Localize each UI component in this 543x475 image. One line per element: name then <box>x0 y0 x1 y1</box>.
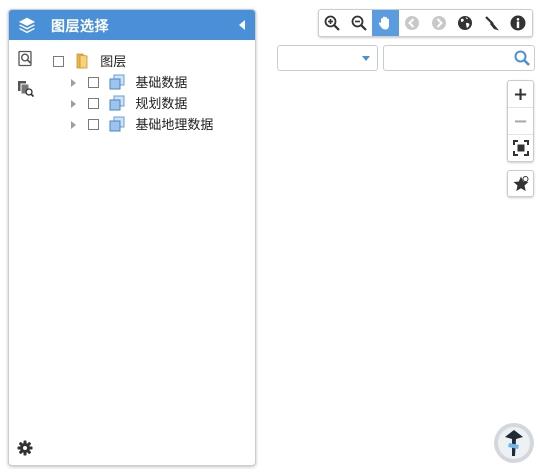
tree-item: 基础数据 <box>53 73 247 94</box>
gear-icon[interactable] <box>17 440 33 456</box>
clear-tool[interactable] <box>479 10 506 36</box>
layer-tree: 图层 基础数据 规划数据 基础地理数据 <box>53 52 247 136</box>
search-type-dropdown[interactable] <box>277 45 378 71</box>
collapse-left-icon[interactable] <box>239 20 245 30</box>
layer-checkbox[interactable] <box>88 97 100 109</box>
info-icon <box>510 15 526 31</box>
tree-root-row: 图层 <box>53 52 247 73</box>
layer-group-icon <box>109 95 125 111</box>
pan-tool[interactable] <box>372 10 399 36</box>
zoom-in-icon <box>324 15 341 31</box>
search-input[interactable] <box>384 46 508 70</box>
search-box <box>383 45 535 71</box>
panel-title: 图层选择 <box>51 19 109 35</box>
layer-checkbox[interactable] <box>88 76 100 88</box>
full-extent[interactable] <box>452 10 479 36</box>
root-checkbox[interactable] <box>53 55 64 67</box>
tree-root-label: 图层 <box>100 55 127 70</box>
layer-group-icon <box>109 116 125 132</box>
bookmark-button[interactable] <box>507 170 534 197</box>
chevron-down-icon <box>362 56 370 61</box>
expand-arrow-icon[interactable] <box>71 78 76 87</box>
broom-icon <box>485 16 499 31</box>
tree-item: 规划数据 <box>53 94 247 115</box>
previous-extent[interactable] <box>399 10 426 36</box>
back-icon <box>405 16 420 30</box>
layer-checkbox[interactable] <box>88 118 100 130</box>
tree-item-label[interactable]: 基础地理数据 <box>135 118 213 133</box>
zoom-control: + − <box>507 80 534 162</box>
fit-extent-icon <box>512 140 529 156</box>
layer-panel: 图层选择 图层 基础数据 规划数据 基础地理数据 <box>8 9 256 466</box>
tree-item: 基础地理数据 <box>53 115 247 136</box>
layer-query-icon[interactable] <box>17 80 35 98</box>
layer-group-icon <box>109 74 125 90</box>
layers-icon <box>18 17 36 34</box>
zoom-out-tool[interactable] <box>346 10 373 36</box>
layer-search-icon[interactable] <box>17 50 35 68</box>
expand-arrow-icon[interactable] <box>71 120 76 129</box>
hand-icon <box>379 16 390 30</box>
zoom-out-icon <box>351 15 367 31</box>
next-extent[interactable] <box>425 10 452 36</box>
zoom-in-tool[interactable] <box>319 10 346 36</box>
app-logo <box>494 423 534 463</box>
fit-extent-button[interactable] <box>508 135 533 161</box>
search-icon[interactable] <box>513 49 531 67</box>
map-toolbar <box>318 9 533 37</box>
zoom-out-button[interactable]: − <box>508 108 533 135</box>
panel-header: 图层选择 <box>9 10 255 40</box>
identify-tool[interactable] <box>505 10 532 36</box>
expand-arrow-icon[interactable] <box>71 99 76 108</box>
zoom-in-button[interactable]: + <box>508 81 533 108</box>
folder-icon <box>76 53 88 69</box>
tree-item-label[interactable]: 规划数据 <box>135 97 187 112</box>
forward-icon <box>431 16 446 30</box>
globe-icon <box>458 16 473 30</box>
side-tools <box>17 50 39 110</box>
tree-item-label[interactable]: 基础数据 <box>135 76 187 91</box>
star-bookmark-icon <box>513 175 528 191</box>
